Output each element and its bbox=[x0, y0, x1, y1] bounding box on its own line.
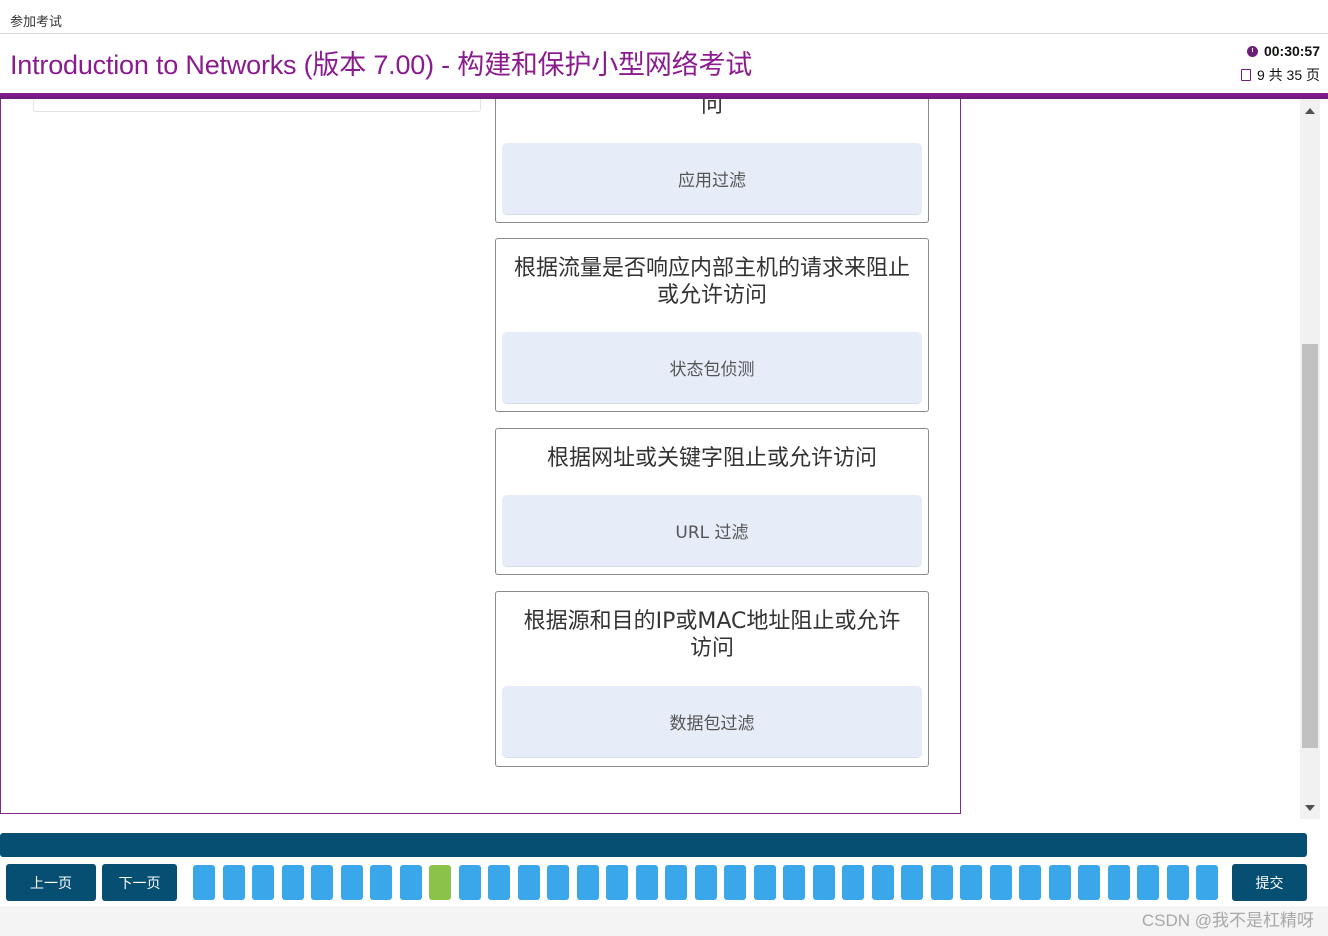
options-panel bbox=[33, 99, 481, 112]
question-nav-item[interactable] bbox=[517, 865, 540, 900]
question-content: 问 应用过滤 根据流量是否响应内部主机的请求来阻止或允许访问 状态包侦测 根据网… bbox=[0, 99, 961, 814]
question-nav-item[interactable] bbox=[488, 865, 510, 900]
question-nav-item[interactable] bbox=[842, 865, 864, 900]
card-answer-slot[interactable]: 应用过滤 bbox=[502, 143, 922, 215]
question-nav-item[interactable] bbox=[1048, 865, 1071, 900]
timer-value: 00:30:57 bbox=[1263, 43, 1320, 59]
watermark: CSDN @我不是杠精呀 bbox=[1141, 911, 1314, 930]
card-answer-slot[interactable]: 状态包侦测 bbox=[502, 332, 922, 404]
question-nav-item[interactable] bbox=[311, 865, 333, 900]
question-nav-item[interactable] bbox=[783, 865, 805, 900]
question-nav-item[interactable] bbox=[193, 865, 215, 900]
clock-icon bbox=[1246, 45, 1258, 57]
card-question: 问 bbox=[700, 99, 723, 118]
question-nav-item[interactable] bbox=[1137, 865, 1159, 900]
progress-bar bbox=[0, 833, 1307, 857]
question-nav-item[interactable] bbox=[694, 865, 717, 900]
question-nav-item[interactable] bbox=[1019, 865, 1041, 900]
bottom-strip bbox=[0, 906, 1328, 936]
card-question: 根据源和目的IP或MAC地址阻止或允许访问 bbox=[523, 609, 901, 661]
exam-header: Introduction to Networks (版本 7.00) - 构建和… bbox=[0, 34, 1328, 93]
question-navigator bbox=[193, 865, 1218, 900]
submit-button[interactable]: 提交 bbox=[1232, 864, 1307, 901]
exam-title: Introduction to Networks (版本 7.00) - 构建和… bbox=[10, 50, 753, 80]
page-indicator: 9 共 35 页 bbox=[1240, 65, 1320, 85]
card-question: 根据网址或关键字阻止或允许访问 bbox=[546, 446, 877, 471]
take-exam-label: 参加考试 bbox=[10, 15, 63, 30]
question-nav-item[interactable] bbox=[370, 865, 392, 900]
question-nav-item[interactable] bbox=[812, 865, 835, 900]
question-nav-item[interactable] bbox=[222, 865, 245, 900]
page-indicator-text: 9 共 35 页 bbox=[1256, 67, 1320, 83]
match-card: 根据流量是否响应内部主机的请求来阻止或允许访问 状态包侦测 bbox=[495, 238, 929, 412]
card-answer-slot[interactable]: 数据包过滤 bbox=[502, 686, 922, 758]
question-nav-item[interactable] bbox=[281, 865, 304, 900]
match-card: 问 应用过滤 bbox=[495, 99, 929, 223]
card-question: 根据流量是否响应内部主机的请求来阻止或允许访问 bbox=[514, 256, 911, 308]
question-nav-item[interactable] bbox=[399, 865, 422, 900]
scroll-up-arrow-icon[interactable] bbox=[1305, 108, 1315, 114]
question-nav-item[interactable] bbox=[871, 865, 894, 900]
question-nav-item[interactable] bbox=[724, 865, 746, 900]
previous-page-button[interactable]: 上一页 bbox=[6, 864, 96, 901]
question-nav-item[interactable] bbox=[1107, 865, 1130, 900]
question-nav-item[interactable] bbox=[930, 865, 953, 900]
question-nav-item[interactable] bbox=[1166, 865, 1189, 900]
question-nav-item[interactable] bbox=[606, 865, 628, 900]
page-icon bbox=[1240, 69, 1251, 81]
question-nav-item[interactable] bbox=[458, 865, 481, 900]
question-nav-item[interactable] bbox=[989, 865, 1012, 900]
match-card: 根据网址或关键字阻止或允许访问 URL 过滤 bbox=[495, 428, 929, 575]
match-card: 根据源和目的IP或MAC地址阻止或允许访问 数据包过滤 bbox=[495, 591, 929, 767]
question-nav-item-current[interactable] bbox=[429, 865, 451, 900]
question-nav-item[interactable] bbox=[1196, 865, 1218, 900]
card-answer-slot[interactable]: URL 过滤 bbox=[502, 495, 922, 567]
question-nav-item[interactable] bbox=[635, 865, 658, 900]
next-page-button[interactable]: 下一页 bbox=[102, 864, 177, 901]
question-nav-item[interactable] bbox=[753, 865, 776, 900]
vertical-scrollbar[interactable] bbox=[1300, 99, 1320, 819]
timer: 00:30:57 bbox=[1246, 43, 1320, 59]
question-nav-item[interactable] bbox=[901, 865, 923, 900]
question-nav-item[interactable] bbox=[252, 865, 274, 900]
scroll-thumb[interactable] bbox=[1302, 344, 1318, 748]
question-nav-item[interactable] bbox=[547, 865, 569, 900]
question-nav-item[interactable] bbox=[665, 865, 687, 900]
question-nav-item[interactable] bbox=[576, 865, 599, 900]
question-nav-item[interactable] bbox=[960, 865, 982, 900]
scroll-down-arrow-icon[interactable] bbox=[1305, 805, 1315, 811]
question-nav-item[interactable] bbox=[340, 865, 363, 900]
question-nav-item[interactable] bbox=[1078, 865, 1100, 900]
top-bar: 参加考试 bbox=[0, 0, 1328, 34]
